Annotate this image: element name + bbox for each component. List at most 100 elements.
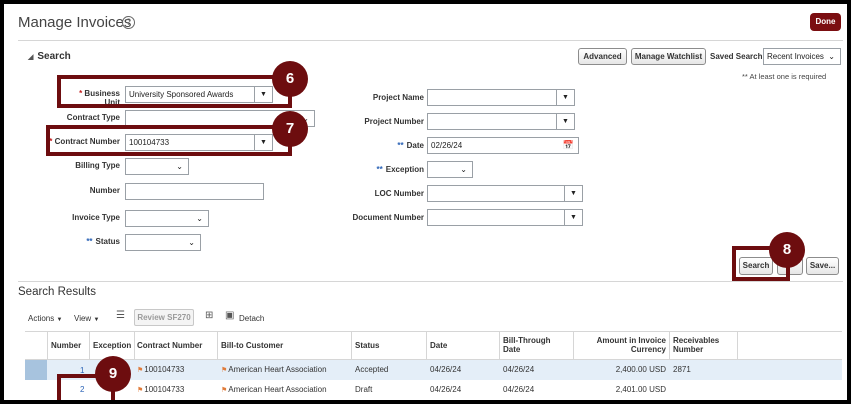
callout-number-7: 7 <box>272 111 308 147</box>
search-section-header[interactable]: ◢ Search <box>28 51 71 62</box>
callout-box-contract-number <box>46 125 292 156</box>
column-header-bill-to-customer[interactable]: Bill-to Customer <box>221 341 283 350</box>
billing-type-label: Billing Type <box>75 161 120 170</box>
advanced-button[interactable]: Advanced <box>578 48 627 65</box>
help-icon[interactable]: ? <box>122 16 135 29</box>
view-menu-label: View <box>74 314 92 323</box>
contract-number-cell: ⚑100104733 <box>137 385 184 394</box>
document-number-select[interactable]: ▼ <box>427 209 583 226</box>
bill-to-customer-cell: ⚑American Heart Association <box>221 385 327 394</box>
required-note: ** At least one is required <box>742 72 826 81</box>
review-sf270-button[interactable]: Review SF270 <box>134 309 194 326</box>
status-cell: Draft <box>355 385 373 394</box>
receivables-number-cell: 2871 <box>673 365 691 374</box>
manage-watchlist-button[interactable]: Manage Watchlist <box>631 48 706 65</box>
dropdown-arrow-icon[interactable]: ▼ <box>556 114 574 129</box>
column-header-date[interactable]: Date <box>430 341 447 350</box>
loc-number-select[interactable]: ▼ <box>427 185 583 202</box>
contract-number-text: 100104733 <box>144 385 185 394</box>
dropdown-arrow-icon[interactable]: ▼ <box>564 186 582 201</box>
dropdown-arrow-icon[interactable]: ▼ <box>556 90 574 105</box>
chevron-down-icon: ⌄ <box>188 238 195 247</box>
date-input[interactable]: 02/26/24 📅 <box>427 137 579 154</box>
amount-line1: Amount in Invoice <box>596 336 666 345</box>
project-number-label: Project Number <box>364 117 424 126</box>
bill-to-customer-cell: ⚑American Heart Association <box>221 365 327 374</box>
column-header-exception[interactable]: Exception <box>93 341 131 350</box>
contract-number-text: 100104733 <box>144 365 185 374</box>
status-cell: Accepted <box>355 365 389 374</box>
receivables-line1: Receivables <box>673 336 720 345</box>
project-name-label: Project Name <box>372 93 424 102</box>
bill-through-line1: Bill-Through <box>503 336 551 345</box>
saved-search-label: Saved Search <box>710 52 763 61</box>
amount-cell: 2,401.00 USD <box>615 385 666 394</box>
chevron-down-icon: ⌄ <box>196 214 203 223</box>
caret-down-icon: ▼ <box>56 317 63 323</box>
freeze-icon[interactable]: ⊞ <box>205 310 213 321</box>
exception-select[interactable]: ⌄ <box>427 161 473 178</box>
column-header-number[interactable]: Number <box>51 341 81 350</box>
chevron-down-icon: ⌄ <box>460 165 467 174</box>
saved-search-select[interactable]: Recent Invoices ⌄ <box>763 48 841 65</box>
number-label: Number <box>89 186 120 195</box>
actions-menu[interactable]: Actions ▼ <box>28 314 62 323</box>
loc-number-label: LOC Number <box>374 189 424 198</box>
exception-label-text: Exception <box>385 165 424 174</box>
collapse-triangle-icon[interactable]: ◢ <box>28 54 33 61</box>
column-header-number-text: Number <box>51 341 82 350</box>
invoice-type-select[interactable]: ⌄ <box>125 210 209 227</box>
bill-to-customer-text: American Heart Association <box>228 385 327 394</box>
search-divider <box>18 281 843 282</box>
detach-icon[interactable]: ▣ <box>225 310 234 321</box>
done-button[interactable]: Done <box>810 13 841 31</box>
app-frame: Manage Invoices ? Done ◢ Search Advanced … <box>0 0 851 404</box>
contract-number-cell: ⚑100104733 <box>137 365 184 374</box>
format-icon[interactable]: ☰ <box>116 310 125 321</box>
column-header-receivables-number[interactable]: Receivables Number <box>673 336 719 354</box>
actions-menu-label: Actions <box>28 314 55 323</box>
dropdown-arrow-icon[interactable]: ▼ <box>564 210 582 225</box>
column-header-contract-number[interactable]: Contract Number <box>137 341 202 350</box>
column-header-status[interactable]: Status <box>355 341 379 350</box>
column-header-bill-through-date[interactable]: Bill-Through Date <box>503 336 551 354</box>
date-label-text: Date <box>406 141 424 150</box>
callout-box-business-unit <box>57 75 292 108</box>
date-cell: 04/26/24 <box>430 365 462 374</box>
bill-to-customer-text: American Heart Association <box>228 365 327 374</box>
status-select[interactable]: ⌄ <box>125 234 201 251</box>
invoice-type-label: Invoice Type <box>72 213 120 222</box>
chevron-down-icon: ⌄ <box>176 162 183 171</box>
project-number-select[interactable]: ▼ <box>427 113 575 130</box>
caret-down-icon: ▼ <box>93 317 100 323</box>
row-divider <box>25 400 842 401</box>
view-menu[interactable]: View ▼ <box>74 314 99 323</box>
double-asterisk: ** <box>397 141 404 150</box>
flag-icon: ⚑ <box>221 367 228 374</box>
callout-number-9: 9 <box>95 356 131 392</box>
date-label: ** Date <box>344 141 424 150</box>
save-button[interactable]: Save... <box>806 257 839 275</box>
row-selection-marker[interactable] <box>25 360 47 380</box>
status-label-text: Status <box>95 237 120 246</box>
project-name-select[interactable]: ▼ <box>427 89 575 106</box>
saved-search-value: Recent Invoices <box>767 52 824 61</box>
bill-through-line2: Date <box>503 345 521 354</box>
billing-type-select[interactable]: ⌄ <box>125 158 189 175</box>
calendar-icon[interactable]: 📅 <box>563 138 574 153</box>
amount-line2: Currency <box>630 345 666 354</box>
detach-button[interactable]: Detach <box>239 314 264 323</box>
callout-number-6: 6 <box>272 61 308 97</box>
contract-type-label: Contract Type <box>66 113 120 122</box>
bill-through-date-cell: 04/26/24 <box>503 365 535 374</box>
number-input[interactable] <box>125 183 264 200</box>
date-cell: 04/26/24 <box>430 385 462 394</box>
column-header-amount[interactable]: Amount in Invoice Currency <box>576 336 666 354</box>
double-asterisk: ** <box>376 165 383 174</box>
search-heading: Search <box>37 51 71 62</box>
document-number-label: Document Number <box>352 213 424 222</box>
chevron-down-icon: ⌄ <box>828 52 835 61</box>
callout-number-8: 8 <box>769 232 805 268</box>
flag-icon: ⚑ <box>137 367 144 374</box>
amount-cell: 2,400.00 USD <box>615 365 666 374</box>
